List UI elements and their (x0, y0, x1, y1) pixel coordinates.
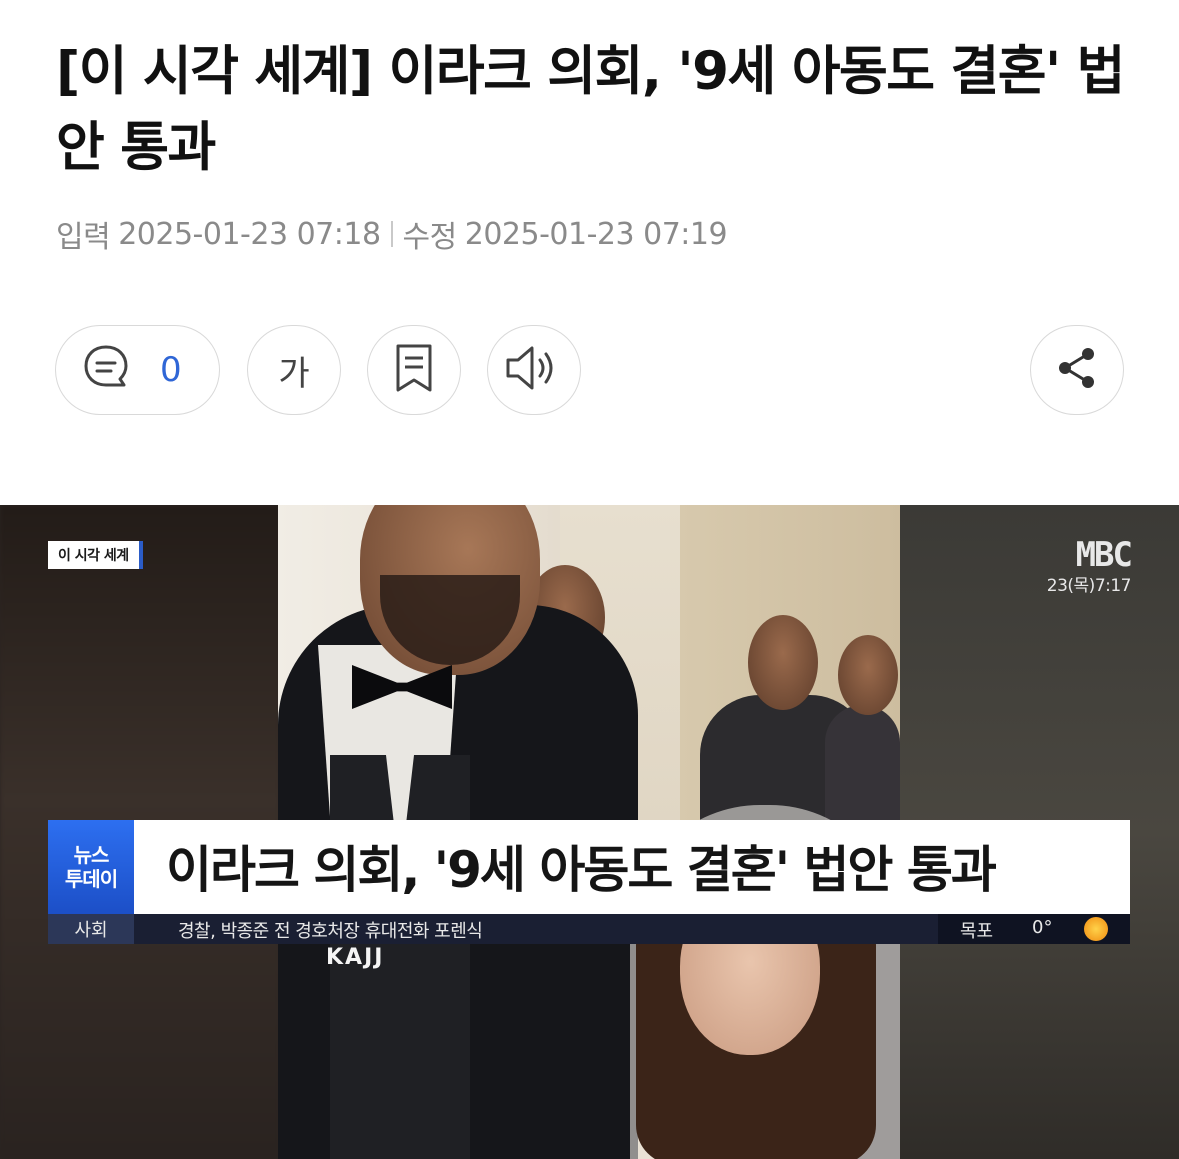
lower-third-title: 이라크 의회, '9세 아동도 결혼' 법안 통과 (166, 841, 997, 899)
weather-temp: 0° (1032, 917, 1053, 938)
ticker-category: 사회 (48, 914, 134, 944)
weather-box: 목포 0° (938, 914, 1130, 944)
partial-caption: KAJJ (326, 945, 385, 970)
article-timestamps: 입력 2025-01-23 07:18 수정 2025-01-23 07:19 (56, 212, 728, 256)
comment-icon (80, 342, 132, 398)
text-to-speech-button[interactable] (487, 325, 581, 415)
comment-count: 0 (160, 350, 182, 390)
show-badge: 뉴스 투데이 (48, 820, 134, 914)
edit-time: 2025-01-23 07:19 (464, 216, 728, 252)
broadcaster-logo: MBC (1075, 535, 1133, 575)
news-video-still[interactable]: 이 시각 세계 MBC 23(목)7:17 뉴스 투데이 이라크 의회, '9세… (0, 505, 1179, 1159)
share-icon (1054, 345, 1100, 395)
article-headline: [이 시각 세계] 이라크 의회, '9세 아동도 결혼' 법안 통과 (56, 41, 1125, 179)
font-size-button[interactable]: 가 (247, 325, 341, 415)
broadcast-clock: 23(목)7:17 (1046, 576, 1132, 596)
lower-third: 뉴스 투데이 이라크 의회, '9세 아동도 결혼' 법안 통과 (48, 820, 1130, 914)
weather-city: 목포 (960, 921, 994, 942)
bookmark-button[interactable] (367, 325, 461, 415)
font-size-label: 가 (278, 353, 310, 394)
article-toolbar: 0 가 (0, 325, 1179, 417)
ticker-text: 경찰, 박종준 전 경호처장 휴대전화 포렌식 (178, 921, 483, 942)
share-button[interactable] (1030, 325, 1124, 415)
news-ticker: 사회 경찰, 박종준 전 경호처장 휴대전화 포렌식 목포 0° (48, 914, 1130, 944)
input-label: 입력 (56, 220, 111, 255)
sun-icon (1084, 917, 1108, 941)
bookmark-icon (392, 343, 436, 397)
divider (390, 221, 393, 247)
input-time: 2025-01-23 07:18 (118, 216, 381, 252)
comment-button[interactable]: 0 (55, 325, 220, 415)
segment-tag: 이 시각 세계 (48, 541, 143, 569)
speaker-icon (504, 343, 564, 397)
edit-label: 수정 (402, 220, 458, 255)
